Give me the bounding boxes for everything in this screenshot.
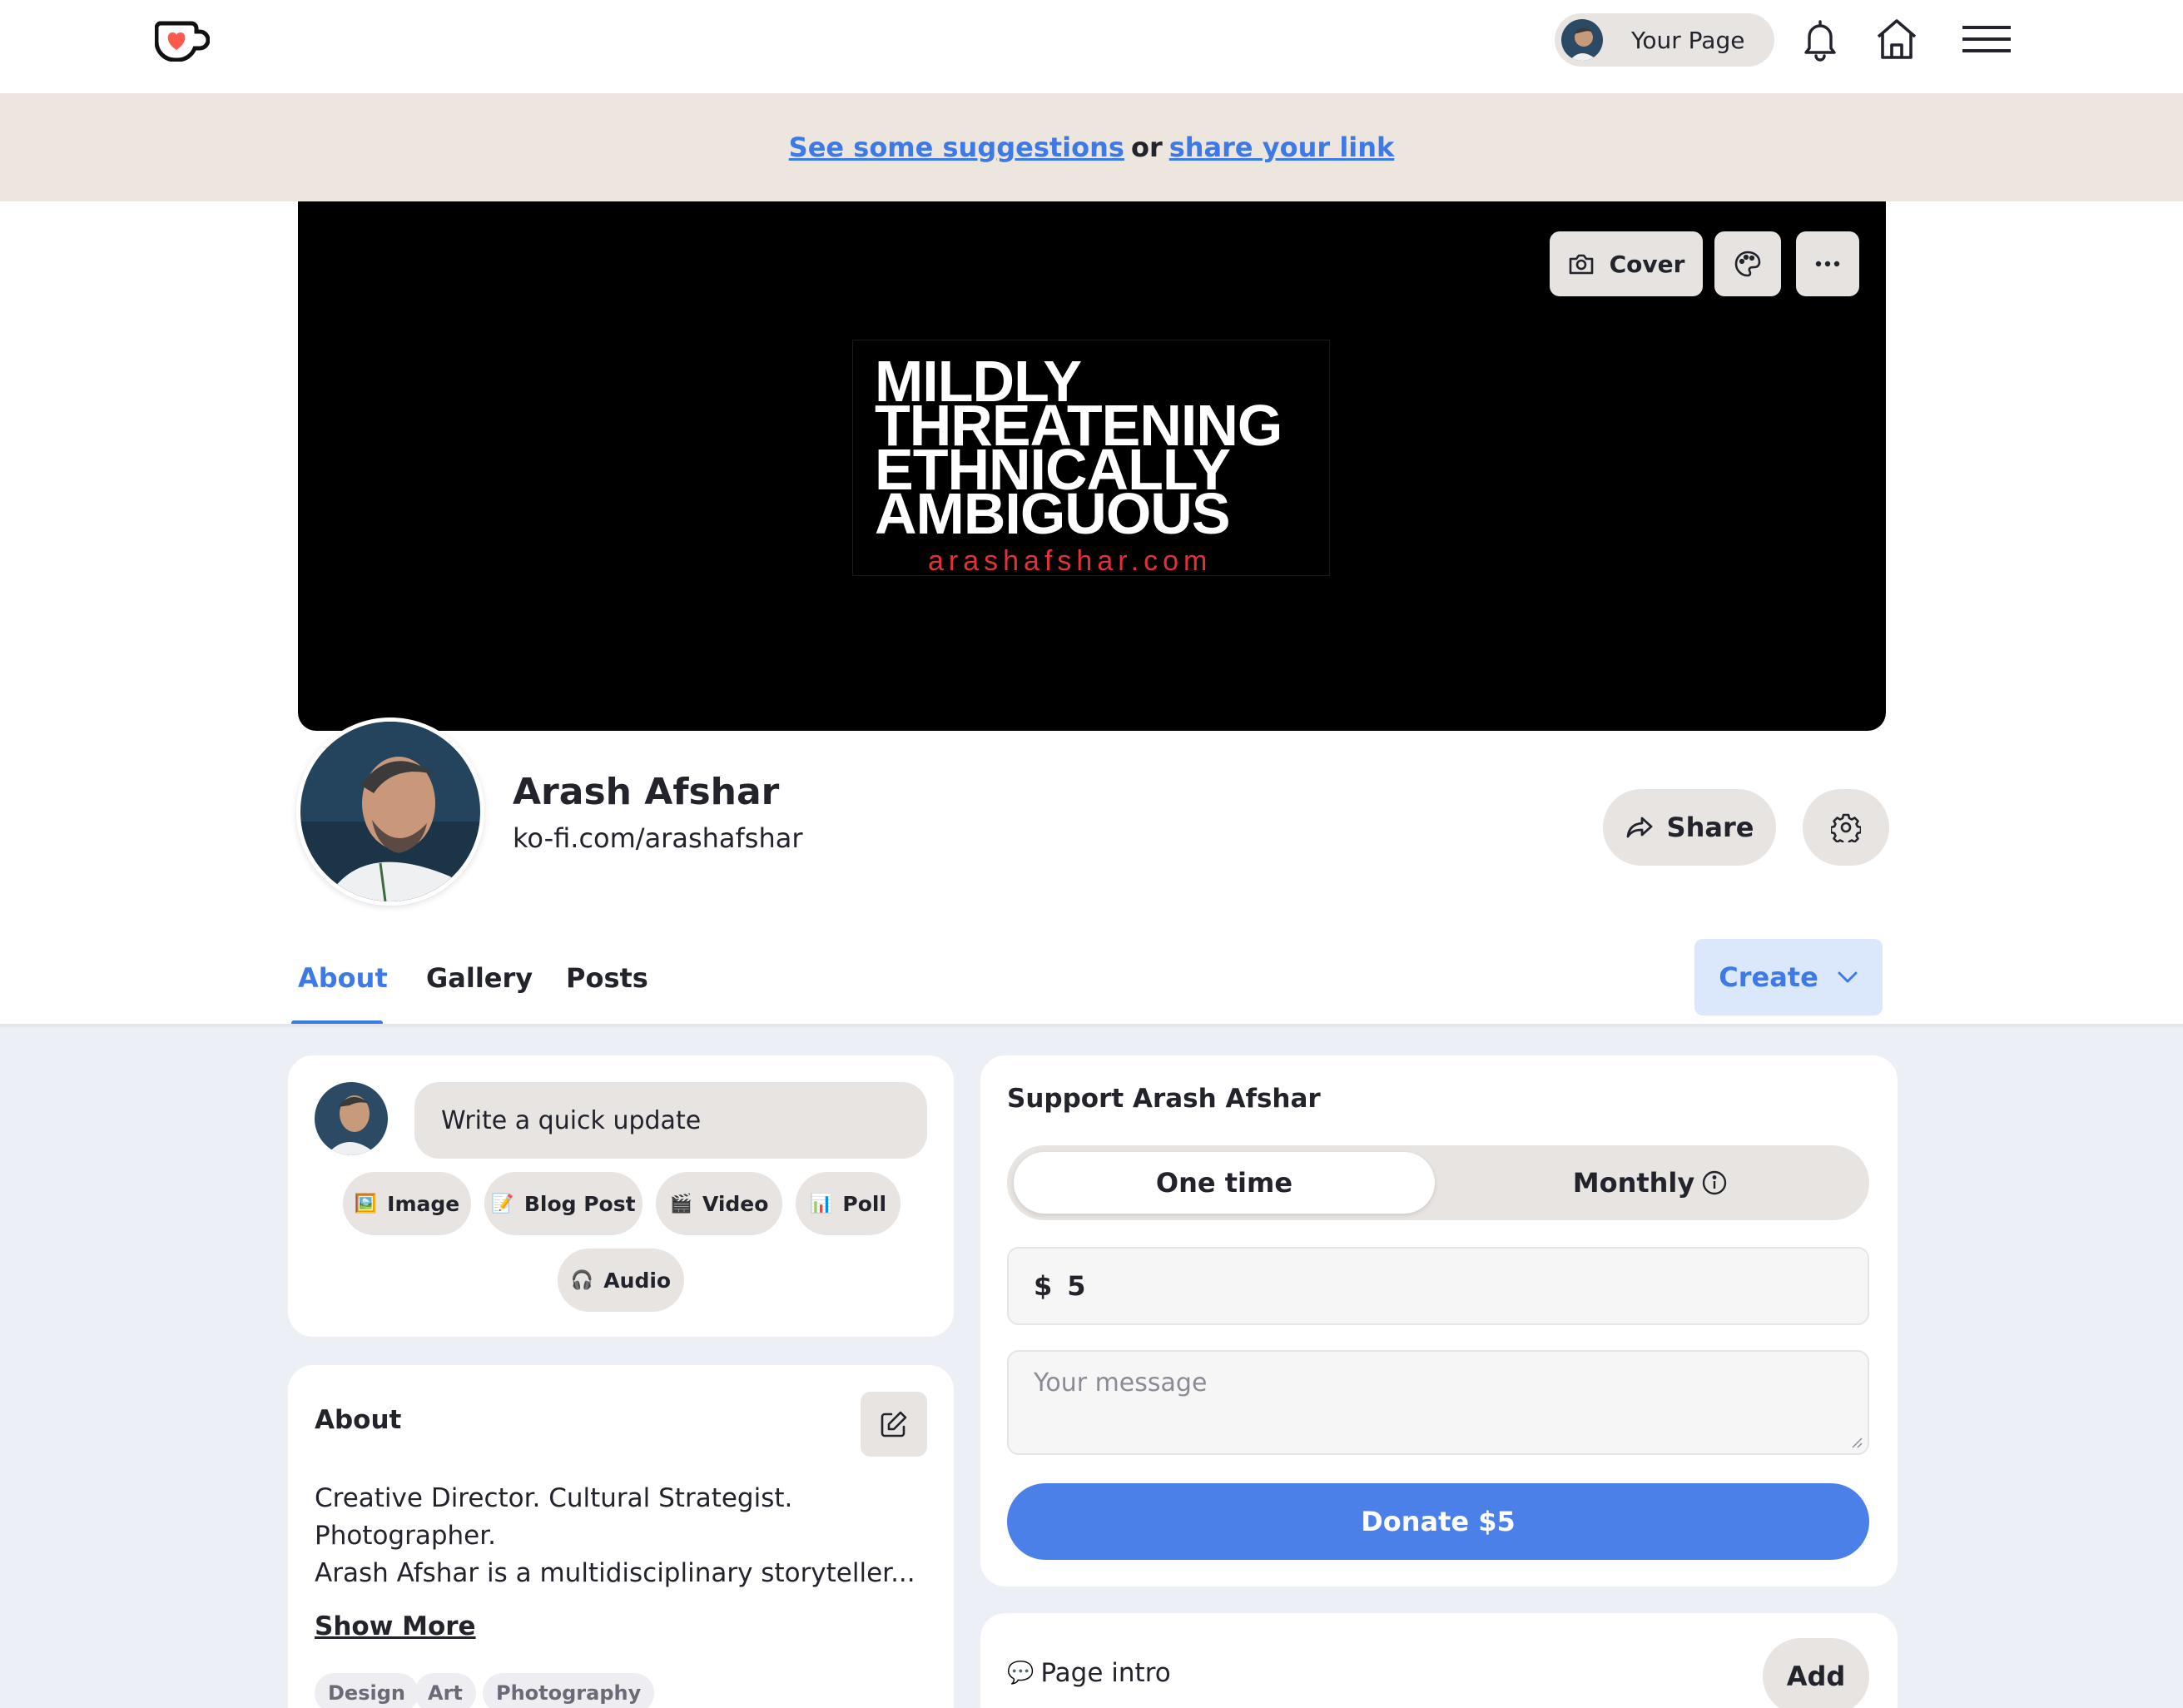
bar-chart-icon: 📊 [809, 1193, 833, 1214]
profile-url[interactable]: ko-fi.com/arashafshar [513, 822, 802, 854]
tag-design[interactable]: Design [315, 1673, 419, 1708]
share-label: Share [1666, 812, 1754, 843]
quick-update-input[interactable]: Write a quick update [414, 1082, 927, 1159]
info-icon [1703, 1170, 1727, 1195]
about-text: Creative Director. Cultural Strategist. … [315, 1480, 930, 1592]
create-blog-post-button[interactable]: 📝 Blog Post [484, 1172, 642, 1235]
share-button[interactable]: Share [1603, 789, 1776, 866]
bell-icon[interactable] [1801, 18, 1839, 62]
theme-button[interactable] [1714, 231, 1781, 296]
composer-avatar [315, 1082, 388, 1155]
profile-settings-button[interactable] [1803, 789, 1889, 866]
ellipsis-icon [1815, 261, 1840, 267]
chevron-down-icon [1838, 971, 1858, 983]
page-intro-card: 💬 Page intro Add [980, 1613, 1898, 1708]
create-video-label: Video [702, 1191, 769, 1216]
change-cover-button[interactable]: Cover [1550, 231, 1703, 296]
one-time-option[interactable]: One time [1014, 1152, 1435, 1214]
edit-about-button[interactable] [861, 1392, 927, 1457]
speech-bubble-icon: 💬 [1007, 1661, 1034, 1686]
support-card: Support Arash Afshar One time Monthly $ … [980, 1055, 1898, 1586]
about-card: About Creative Director. Cultural Strate… [288, 1365, 954, 1708]
tab-about[interactable]: About [298, 962, 388, 994]
cover-image: Cover MILDLY THREATENING ETHNICALLY AMBI… [298, 201, 1886, 731]
create-audio-label: Audio [603, 1268, 672, 1293]
create-blog-post-label: Blog Post [523, 1191, 636, 1216]
amount-input[interactable]: $ 5 [1007, 1247, 1869, 1325]
camera-icon [1569, 254, 1593, 275]
share-your-link[interactable]: share your link [1169, 132, 1395, 163]
ko-fi-logo[interactable] [155, 17, 210, 62]
page-intro-title: 💬 Page intro [1007, 1658, 1171, 1688]
resize-handle-icon[interactable] [1849, 1435, 1863, 1448]
cover-art-line: AMBIGUOUS [875, 481, 1231, 546]
home-icon[interactable] [1874, 17, 1919, 62]
add-page-intro-button[interactable]: Add [1763, 1638, 1869, 1708]
top-nav: Your Page [0, 0, 2183, 93]
more-options-button[interactable] [1796, 231, 1859, 296]
cover-art-url: arashafshar.com [928, 545, 1213, 577]
hamburger-menu-icon[interactable] [1962, 25, 2011, 53]
message-textarea[interactable]: Your message [1007, 1350, 1869, 1455]
about-line: Arash Afshar is a multidisciplinary stor… [315, 1558, 915, 1588]
tab-gallery[interactable]: Gallery [426, 962, 533, 994]
create-poll-label: Poll [842, 1191, 887, 1216]
clapper-icon: 🎬 [669, 1193, 692, 1214]
your-page-button[interactable]: Your Page [1555, 13, 1774, 67]
about-heading: About [315, 1405, 402, 1435]
profile-avatar[interactable] [296, 717, 484, 906]
tab-posts[interactable]: Posts [566, 962, 648, 994]
about-line: Creative Director. Cultural Strategist. [315, 1483, 793, 1513]
quick-update-card: Write a quick update 🖼️ Image 📝 Blog Pos… [288, 1055, 954, 1337]
palette-icon [1734, 251, 1761, 277]
currency-symbol: $ [1034, 1270, 1053, 1302]
create-image-label: Image [387, 1191, 460, 1216]
user-avatar [1561, 19, 1603, 61]
share-icon [1626, 817, 1652, 838]
gear-icon [1831, 813, 1861, 842]
see-suggestions-link[interactable]: See some suggestions [789, 132, 1124, 163]
memo-icon: 📝 [491, 1193, 514, 1214]
message-placeholder: Your message [1034, 1368, 1208, 1398]
support-heading: Support Arash Afshar [1007, 1084, 1321, 1114]
create-video-button[interactable]: 🎬 Video [656, 1172, 782, 1235]
monthly-option[interactable]: Monthly [1440, 1152, 1861, 1214]
profile-name: Arash Afshar [513, 771, 780, 813]
monthly-label: Monthly [1572, 1167, 1695, 1199]
page-intro-label: Page intro [1040, 1658, 1171, 1688]
tag-art[interactable]: Art [414, 1673, 476, 1708]
show-more-link[interactable]: Show More [315, 1611, 476, 1641]
create-dropdown-button[interactable]: Create [1694, 939, 1883, 1015]
edit-icon [881, 1411, 907, 1437]
about-line: Photographer. [315, 1521, 496, 1551]
image-icon: 🖼️ [354, 1193, 378, 1214]
create-audio-button[interactable]: 🎧 Audio [558, 1249, 684, 1312]
your-page-label: Your Page [1631, 26, 1745, 54]
cover-artwork: MILDLY THREATENING ETHNICALLY AMBIGUOUS … [852, 340, 1330, 577]
banner-or-text: or [1130, 132, 1163, 163]
amount-value: 5 [1067, 1270, 1086, 1302]
create-image-button[interactable]: 🖼️ Image [343, 1172, 471, 1235]
donate-button[interactable]: Donate $5 [1007, 1483, 1869, 1560]
frequency-toggle: One time Monthly [1007, 1145, 1869, 1220]
create-poll-button[interactable]: 📊 Poll [796, 1172, 900, 1235]
tag-photography[interactable]: Photography [483, 1673, 655, 1708]
create-label: Create [1719, 961, 1818, 993]
cover-button-label: Cover [1609, 250, 1685, 278]
headphones-icon: 🎧 [570, 1269, 594, 1291]
suggestions-banner: See some suggestions or share your link [0, 93, 2183, 201]
